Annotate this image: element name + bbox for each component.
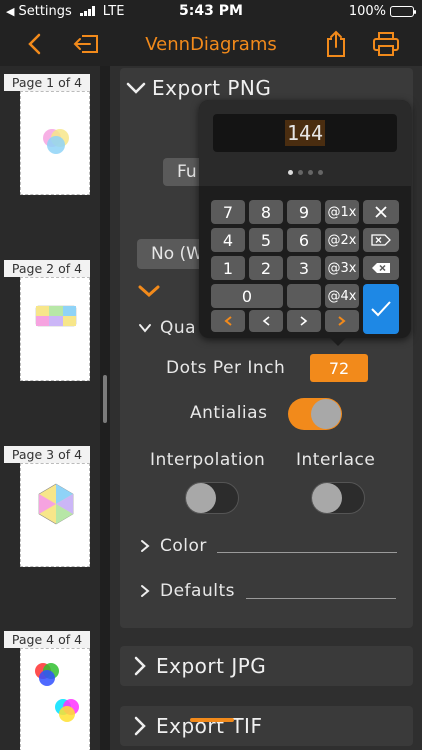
dpi-label: Dots Per Inch <box>166 358 286 378</box>
status-bar: ◀ Settings LTE 5:43 PM 100% <box>0 0 422 22</box>
keypad-display: 144 <box>213 114 397 152</box>
battery-percent: 100% <box>348 3 386 19</box>
defaults-label: Defaults <box>160 581 235 601</box>
toggle-knob <box>312 483 342 513</box>
page-thumbnail-1[interactable]: Page 1 of 4 <box>4 74 90 195</box>
dpi-field[interactable]: 72 <box>310 354 368 382</box>
backspace-icon <box>372 263 390 273</box>
defaults-divider <box>246 598 396 599</box>
page-dot <box>287 170 293 175</box>
page-preview <box>20 91 90 195</box>
resize-handle[interactable] <box>103 375 107 423</box>
size-button-label: Fu <box>177 162 197 182</box>
chevron-right-icon <box>300 316 308 326</box>
venn-three-circles-icon <box>43 129 69 154</box>
page-label: Page 4 of 4 <box>4 631 90 648</box>
chevron-down-icon <box>139 324 151 333</box>
chevron-left-icon <box>262 316 270 326</box>
page-label: Page 2 of 4 <box>4 260 90 277</box>
antialias-label: Antialias <box>190 403 268 423</box>
transparency-button-label: No (W <box>151 244 203 264</box>
page-preview <box>20 648 90 750</box>
chevron-right-icon <box>126 646 154 686</box>
expand-chevron-icon[interactable] <box>138 283 160 302</box>
quality-label: Qua <box>160 318 197 338</box>
section-title: Export PNG <box>152 76 272 100</box>
toggle-knob <box>186 483 216 513</box>
share-icon[interactable] <box>320 28 352 60</box>
interlace-label: Interlace <box>296 450 376 470</box>
chevron-right-icon <box>126 706 154 746</box>
scroll-indicator <box>190 718 234 722</box>
key-at4x[interactable]: @4x <box>325 284 359 308</box>
interpolation-label: Interpolation <box>150 450 266 470</box>
page-label: Page 1 of 4 <box>4 74 90 91</box>
close-icon <box>375 206 387 218</box>
print-icon[interactable] <box>370 28 402 60</box>
numeric-keypad-popover: 144 7 8 9 @1x 4 5 6 @2x 1 2 3 @3x 0 @4x <box>199 100 411 346</box>
chevron-right-icon <box>141 540 150 552</box>
keypad-display-value: 144 <box>284 120 326 146</box>
toggle-knob <box>311 399 341 429</box>
page-thumbnail-2[interactable]: Page 2 of 4 <box>4 260 90 381</box>
key-4[interactable]: 4 <box>211 228 245 252</box>
chevron-down-icon <box>122 68 150 108</box>
color-label: Color <box>160 536 207 556</box>
key-9[interactable]: 9 <box>287 200 321 224</box>
battery-icon <box>390 5 416 17</box>
export-jpg-header[interactable]: Export JPG <box>120 646 413 686</box>
page-dot <box>307 170 313 175</box>
interpolation-toggle[interactable] <box>185 482 239 514</box>
chevron-right-icon <box>141 585 150 597</box>
page-dot <box>297 170 303 175</box>
venn-color-circles-icon <box>35 663 79 722</box>
antialias-toggle[interactable] <box>288 398 342 430</box>
nav-bar: VennDiagrams <box>0 22 422 66</box>
cursor-start-key[interactable] <box>211 310 245 332</box>
export-tif-header[interactable]: Export TIF <box>120 706 413 746</box>
page-preview <box>20 277 90 381</box>
color-row[interactable]: Color <box>140 536 207 556</box>
key-6[interactable]: 6 <box>287 228 321 252</box>
page-dot <box>317 170 323 175</box>
key-8[interactable]: 8 <box>249 200 283 224</box>
key-at3x[interactable]: @3x <box>325 256 359 280</box>
key-7[interactable]: 7 <box>211 200 245 224</box>
checkmark-icon <box>371 301 391 317</box>
nav-title: VennDiagrams <box>145 33 277 55</box>
key-2[interactable]: 2 <box>249 256 283 280</box>
defaults-row[interactable]: Defaults <box>140 581 235 601</box>
cursor-end-key[interactable] <box>325 310 359 332</box>
delete-forward-icon <box>371 234 391 246</box>
quality-header[interactable]: Qua <box>138 318 196 338</box>
cursor-right-key[interactable] <box>287 310 321 332</box>
page-dots[interactable] <box>199 170 411 175</box>
confirm-button[interactable] <box>363 284 399 334</box>
triangle-left-icon <box>224 316 232 326</box>
page-preview <box>20 463 90 567</box>
key-1[interactable]: 1 <box>211 256 245 280</box>
keypad-display-area: 144 <box>199 100 411 186</box>
delete-forward-key[interactable] <box>363 228 399 252</box>
key-3[interactable]: 3 <box>287 256 321 280</box>
blank-key[interactable] <box>287 284 321 308</box>
page-thumbnail-3[interactable]: Page 3 of 4 <box>4 446 90 567</box>
interlace-toggle[interactable] <box>311 482 365 514</box>
key-at1x[interactable]: @1x <box>325 200 359 224</box>
section-title: Export JPG <box>156 654 267 678</box>
venn-hexagon-icon <box>38 483 74 525</box>
color-divider <box>217 552 397 553</box>
key-5[interactable]: 5 <box>249 228 283 252</box>
triangle-right-icon <box>338 316 346 326</box>
clear-key[interactable] <box>363 200 399 224</box>
backspace-key[interactable] <box>363 256 399 280</box>
key-at2x[interactable]: @2x <box>325 228 359 252</box>
cursor-left-key[interactable] <box>249 310 283 332</box>
venn-grid-icon <box>35 305 77 327</box>
page-label: Page 3 of 4 <box>4 446 90 463</box>
key-0[interactable]: 0 <box>211 284 283 308</box>
page-thumbnail-4[interactable]: Page 4 of 4 <box>4 631 90 750</box>
